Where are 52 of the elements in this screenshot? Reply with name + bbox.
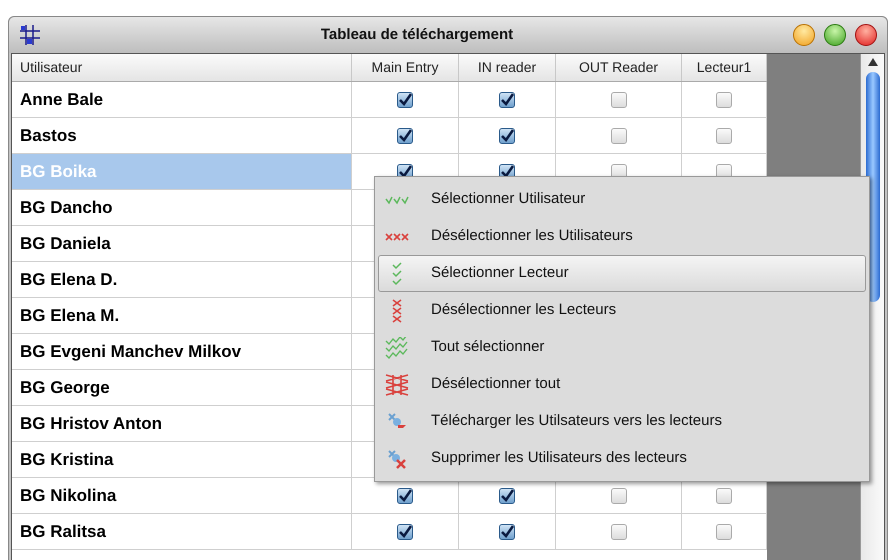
checkbox[interactable] (397, 524, 413, 540)
checkbox[interactable] (499, 128, 515, 144)
checkmarks-icon (385, 336, 409, 358)
checkbox[interactable] (716, 488, 732, 504)
checkbox[interactable] (610, 128, 626, 144)
grid-icon (19, 24, 41, 46)
checkbox[interactable] (610, 92, 626, 108)
user-name-cell[interactable]: BG George (12, 370, 352, 405)
column-header[interactable]: Main Entry (352, 54, 459, 81)
column-header[interactable]: IN reader (459, 54, 556, 81)
user-name-cell[interactable]: BG Daniela (12, 226, 352, 261)
maximize-button[interactable] (824, 24, 846, 46)
menu-item[interactable]: Sélectionner Lecteur (378, 255, 866, 292)
user-name-cell[interactable]: BG Ralitsa (12, 514, 352, 549)
menu-item[interactable]: Télécharger les Utilsateurs vers les lecteurs (378, 403, 866, 440)
window-title: Tableau de téléchargement (320, 24, 514, 45)
column-header[interactable]: OUT Reader (556, 54, 682, 81)
crosses-icon (385, 232, 409, 242)
checkbox[interactable] (397, 128, 413, 144)
menu-item[interactable]: Désélectionner tout (378, 366, 866, 403)
user-name-cell[interactable]: BG Nikolina (12, 478, 352, 513)
close-button[interactable] (855, 24, 877, 46)
checkbox[interactable] (716, 128, 732, 144)
menu-item[interactable]: Sélectionner Utilisateur (378, 181, 866, 218)
checkbox[interactable] (499, 488, 515, 504)
crosses-icon (385, 374, 409, 396)
checkbox[interactable] (397, 92, 413, 108)
checkmarks-icon (385, 194, 409, 204)
menu-item[interactable]: Supprimer les Utilisateurs des lecteurs (378, 440, 866, 477)
checkbox[interactable] (499, 92, 515, 108)
menu-item[interactable]: Tout sélectionner (378, 329, 866, 366)
user-name-cell[interactable]: BG Kristina (12, 442, 352, 477)
checkbox[interactable] (397, 488, 413, 504)
user-name-cell[interactable]: BG Hristov Anton (12, 406, 352, 441)
checkbox[interactable] (499, 524, 515, 540)
checkbox[interactable] (610, 524, 626, 540)
user-name-cell[interactable]: BG Evgeni Manchev Milkov (12, 334, 352, 369)
minimize-button[interactable] (793, 24, 815, 46)
user-name-cell[interactable]: Anne Bale (12, 82, 352, 117)
column-header[interactable]: Utilisateur (12, 54, 352, 81)
user-name-cell[interactable]: Bastos (12, 118, 352, 153)
menu-item[interactable]: Désélectionner les Utilisateurs (378, 218, 866, 255)
user-name-cell[interactable]: BG Dancho (12, 190, 352, 225)
user-name-cell[interactable]: BG Elena M. (12, 298, 352, 333)
checkbox[interactable] (716, 524, 732, 540)
crosses-icon (392, 298, 402, 322)
checkbox[interactable] (610, 488, 626, 504)
menu-item[interactable]: Désélectionner les Lecteurs (378, 292, 866, 329)
checkbox[interactable] (716, 92, 732, 108)
checkmarks-icon (392, 262, 402, 286)
delete-icon (386, 448, 408, 470)
user-name-cell[interactable]: BG Elena D. (12, 262, 352, 297)
